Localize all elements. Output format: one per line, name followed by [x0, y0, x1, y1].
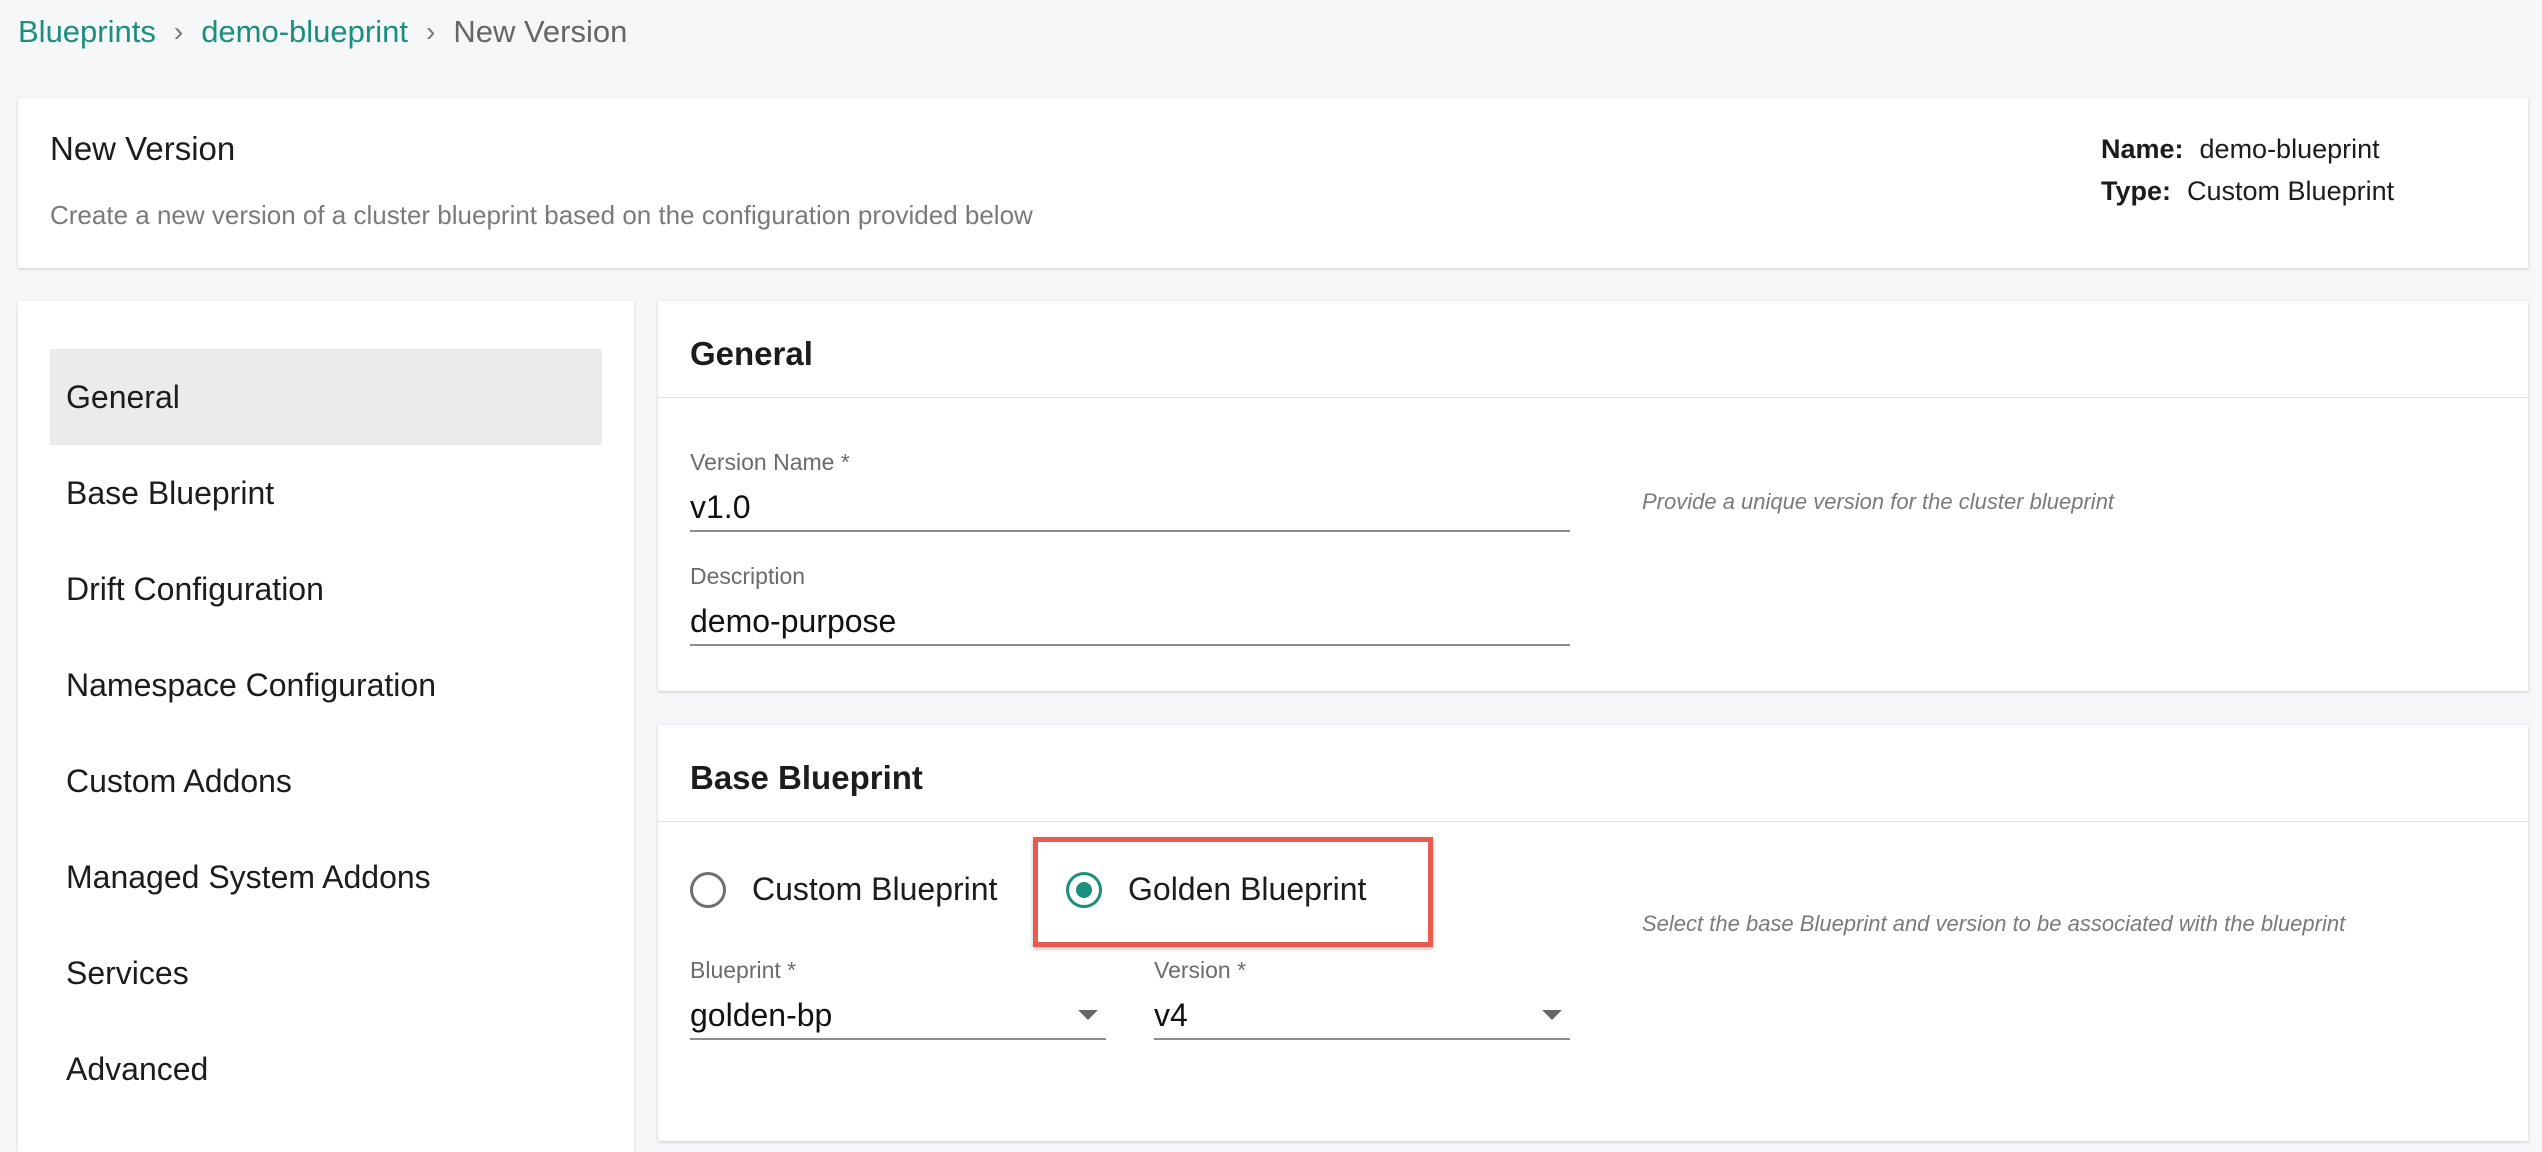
sidebar-item-label: Drift Configuration [66, 570, 324, 607]
sidebar-item-managed-system-addons[interactable]: Managed System Addons [50, 829, 602, 925]
blueprint-type-meta: Type: Custom Blueprint [2101, 176, 2394, 207]
version-name-field[interactable]: Version Name * v1.0 [690, 449, 1570, 532]
input-underline [690, 530, 1570, 532]
version-select-value[interactable]: v4 [1154, 992, 1570, 1038]
blueprint-select-value[interactable]: golden-bp [690, 992, 1106, 1038]
sidebar-item-label: Managed System Addons [66, 858, 431, 895]
custom-blueprint-radio-label: Custom Blueprint [752, 871, 998, 907]
blueprint-select-label: Blueprint * [690, 957, 797, 983]
breadcrumb-blueprints-link[interactable]: Blueprints [18, 14, 156, 50]
page-header-card: New Version Create a new version of a cl… [18, 98, 2528, 268]
name-label: Name: [2101, 134, 2184, 164]
version-select-label: Version * [1154, 957, 1247, 983]
sidebar-item-custom-addons[interactable]: Custom Addons [50, 733, 602, 829]
section-nav-sidebar: General Base Blueprint Drift Configurati… [18, 301, 634, 1152]
sidebar-item-base-blueprint[interactable]: Base Blueprint [50, 445, 602, 541]
type-value: Custom Blueprint [2187, 176, 2395, 206]
golden-blueprint-radio[interactable]: Golden Blueprint [1066, 871, 1366, 908]
sidebar-item-services[interactable]: Services [50, 925, 602, 1021]
dropdown-arrow-icon[interactable] [1542, 1010, 1562, 1020]
sidebar-item-label: Advanced [66, 1050, 209, 1087]
version-name-input[interactable]: v1.0 [690, 484, 1570, 530]
sidebar-item-label: Namespace Configuration [66, 666, 436, 703]
page-subtitle: Create a new version of a cluster bluepr… [50, 200, 1033, 230]
breadcrumb-demo-blueprint-link[interactable]: demo-blueprint [201, 14, 408, 50]
version-name-label: Version Name * [690, 449, 850, 475]
blueprint-selected-value: golden-bp [690, 997, 833, 1033]
dropdown-arrow-icon[interactable] [1078, 1010, 1098, 1020]
input-underline [1154, 1038, 1570, 1040]
custom-blueprint-radio[interactable]: Custom Blueprint [690, 871, 997, 908]
breadcrumb-current: New Version [453, 14, 628, 49]
blueprint-name-meta: Name: demo-blueprint [2101, 134, 2380, 165]
radio-checked-icon[interactable] [1066, 871, 1102, 908]
page-title: New Version [50, 130, 236, 167]
description-field[interactable]: Description demo-purpose [690, 563, 1570, 646]
general-section: General Version Name * v1.0 Provide a un… [658, 301, 2528, 691]
sidebar-item-label: General [66, 378, 180, 415]
general-section-title: General [690, 335, 813, 372]
base-blueprint-hint: Select the base Blueprint and version to… [1642, 911, 2346, 936]
description-label: Description [690, 563, 806, 589]
name-value: demo-blueprint [2199, 134, 2380, 164]
sidebar-item-advanced[interactable]: Advanced [50, 1021, 602, 1117]
section-divider [658, 397, 2528, 398]
base-blueprint-section: Base Blueprint Custom Blueprint Golden B… [658, 725, 2528, 1141]
sidebar-item-label: Services [66, 954, 189, 991]
sidebar-item-drift-configuration[interactable]: Drift Configuration [50, 541, 602, 637]
sidebar-item-label: Base Blueprint [66, 474, 275, 511]
version-select[interactable]: Version * v4 [1154, 957, 1570, 1040]
sidebar-item-general[interactable]: General [50, 349, 602, 445]
input-underline [690, 644, 1570, 646]
version-selected-value: v4 [1154, 997, 1188, 1033]
input-underline [690, 1038, 1106, 1040]
description-input[interactable]: demo-purpose [690, 598, 1570, 644]
sidebar-item-label: Custom Addons [66, 762, 292, 799]
breadcrumb: Blueprints › demo-blueprint › New Versio… [18, 14, 627, 50]
sidebar-item-namespace-configuration[interactable]: Namespace Configuration [50, 637, 602, 733]
blueprint-select[interactable]: Blueprint * golden-bp [690, 957, 1106, 1040]
section-divider [658, 821, 2528, 822]
breadcrumb-separator: › [173, 16, 184, 47]
breadcrumb-separator: › [425, 16, 436, 47]
base-blueprint-section-title: Base Blueprint [690, 759, 923, 796]
golden-blueprint-radio-label: Golden Blueprint [1128, 871, 1367, 907]
type-label: Type: [2101, 176, 2172, 206]
version-name-hint: Provide a unique version for the cluster… [1642, 489, 2115, 514]
radio-unchecked-icon[interactable] [690, 871, 726, 908]
